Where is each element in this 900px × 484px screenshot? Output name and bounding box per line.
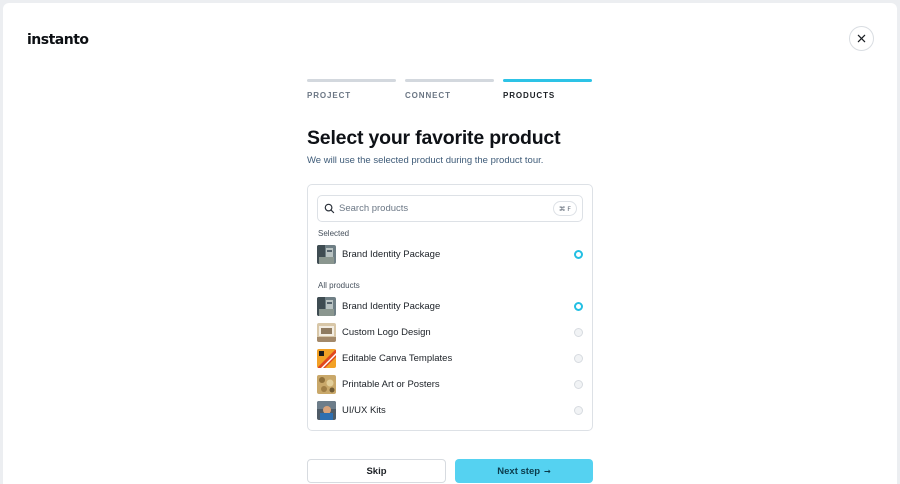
step-products-bar [503,79,592,82]
instanto-logo: instanto [27,32,89,48]
progress-stepper: PROJECT CONNECT PRODUCTS [307,79,593,100]
close-icon [857,34,866,43]
skip-button-label: Skip [366,465,387,477]
step-connect-label: CONNECT [405,91,451,100]
product-picker-card: ⌘ F Selected Brand Identity Package All … [307,184,593,431]
printable-art-thumbnail [317,374,336,394]
product-item-custom-logo[interactable]: Custom Logo Design [317,321,585,343]
page-title: Select your favorite product [307,127,561,149]
step-connect-bar [405,79,494,82]
logo-design-thumbnail [317,322,336,342]
product-item-printable-art[interactable]: Printable Art or Posters [317,373,585,395]
search-icon [324,203,335,214]
logo-text: instanto [27,32,89,48]
step-connect[interactable]: CONNECT [405,79,494,100]
product-item-label: Printable Art or Posters [342,378,440,390]
search-input[interactable] [339,198,553,219]
product-radio-printable-art[interactable] [574,379,583,389]
selected-item-label: Brand Identity Package [342,248,441,260]
selected-section-label: Selected [318,229,350,238]
uiux-kits-thumbnail [317,400,336,420]
onboarding-page: instanto PROJECT CONNECT PRODUCTS Select… [3,3,897,484]
step-project[interactable]: PROJECT [307,79,396,100]
next-step-button[interactable]: Next step → [455,459,593,483]
close-button[interactable] [849,26,874,51]
product-item-label: Brand Identity Package [342,300,441,312]
selected-item-radio[interactable] [574,249,583,259]
product-item-uiux-kits[interactable]: UI/UX Kits [317,399,585,421]
brand-identity-thumbnail [317,296,336,316]
product-item-label: Editable Canva Templates [342,352,453,364]
step-products[interactable]: PRODUCTS [503,79,592,100]
product-radio-custom-logo[interactable] [574,327,583,337]
next-step-button-label: Next step [497,465,541,477]
skip-button[interactable]: Skip [307,459,446,483]
step-project-label: PROJECT [307,91,352,100]
page-subtitle: We will use the selected product during … [307,155,544,166]
product-item-label: Custom Logo Design [342,326,431,338]
all-products-section-label: All products [318,281,360,290]
product-radio-canva-templates[interactable] [574,353,583,363]
brand-identity-thumbnail [317,244,336,264]
step-project-bar [307,79,396,82]
step-products-label: PRODUCTS [503,91,556,100]
shortcut-badge: ⌘ F [552,201,577,216]
selected-item-brand-identity[interactable]: Brand Identity Package [317,243,585,265]
product-radio-brand-identity[interactable] [574,301,583,311]
product-item-label: UI/UX Kits [342,404,386,416]
product-radio-uiux-kits[interactable] [574,405,583,415]
search-box[interactable]: ⌘ F [317,195,583,222]
product-item-brand-identity[interactable]: Brand Identity Package [317,295,585,317]
canva-templates-thumbnail [317,348,336,368]
arrow-right-icon: → [544,466,551,476]
product-item-canva-templates[interactable]: Editable Canva Templates [317,347,585,369]
